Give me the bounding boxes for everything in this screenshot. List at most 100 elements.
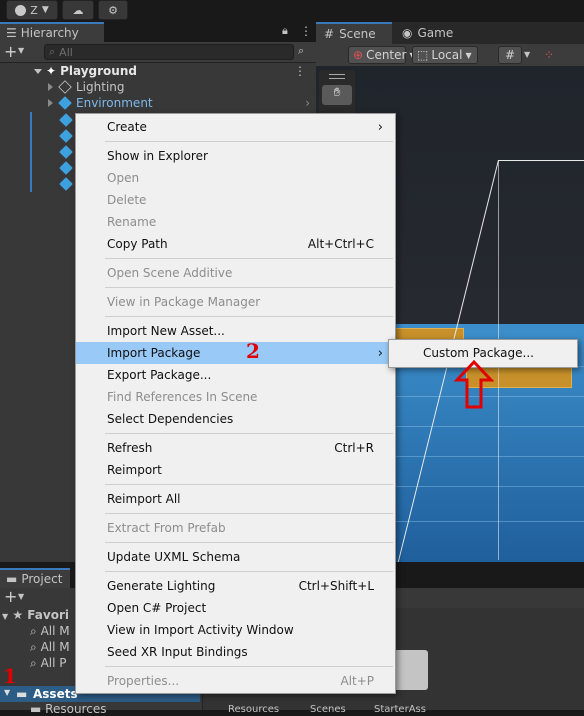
- modified-indicator: [30, 112, 32, 192]
- expand-icon: ▼: [2, 612, 9, 621]
- chevron-down-icon: ▼: [41, 5, 49, 15]
- resources-folder-row[interactable]: ▬ Resources: [30, 702, 106, 716]
- pivot-mode-label: Center: [366, 48, 407, 62]
- pivot-rotation-dropdown[interactable]: ⬚ Local ▼: [412, 46, 478, 64]
- favorite-item[interactable]: ⌕ All M: [30, 640, 70, 655]
- menu-item-label: Select Dependencies: [107, 412, 234, 426]
- menu-item-view-in-import-activity[interactable]: View in Import Activity Window: [76, 619, 395, 641]
- menu-item-label: Find References In Scene: [107, 390, 258, 404]
- grid-snapping-button[interactable]: #: [498, 46, 522, 64]
- menu-item-rename: Rename: [76, 211, 395, 233]
- hierarchy-search-input[interactable]: ⌕ All: [44, 44, 294, 60]
- chevron-right-icon: ›: [377, 345, 383, 361]
- menu-item-label: Properties...: [107, 674, 180, 688]
- chevron-down-icon[interactable]: ▼: [18, 46, 24, 55]
- menu-item-label: Open: [107, 171, 140, 185]
- menu-item-seed-xr-input-bindings[interactable]: Seed XR Input Bindings: [76, 641, 395, 663]
- hierarchy-item-label: Environment: [76, 96, 153, 110]
- menu-item-copy-path[interactable]: Copy Path Alt+Ctrl+C: [76, 233, 395, 255]
- menu-item-label: Show in Explorer: [107, 149, 208, 163]
- hand-tool-icon[interactable]: ✋︎: [322, 85, 352, 105]
- menu-item-generate-lighting[interactable]: Generate Lighting Ctrl+Shift+L: [76, 575, 395, 597]
- increment-snap-icon[interactable]: ⁘: [544, 48, 554, 62]
- hierarchy-row-lighting[interactable]: Lighting: [0, 79, 316, 95]
- hierarchy-tab-label: Hierarchy: [20, 26, 79, 40]
- tab-hierarchy[interactable]: ☰ Hierarchy: [0, 22, 104, 42]
- menu-item-select-dependencies[interactable]: Select Dependencies: [76, 408, 395, 430]
- folder-icon: ▬: [30, 702, 42, 716]
- add-icon[interactable]: +: [4, 42, 17, 61]
- chevron-down-icon[interactable]: ▼: [524, 50, 530, 59]
- scene-name: Playground: [60, 64, 137, 78]
- expand-icon[interactable]: [48, 83, 53, 91]
- lock-icon[interactable]: 🔒︎: [282, 24, 288, 38]
- menu-item-label: Delete: [107, 193, 147, 207]
- grid-snap-icon: #: [504, 48, 516, 62]
- shortcut-label: Ctrl+Shift+L: [298, 579, 374, 593]
- menu-item-find-references: Find References In Scene: [76, 386, 395, 408]
- step-1-annotation: 1: [3, 664, 17, 688]
- search-by-type-icon[interactable]: ⌕: [298, 44, 304, 58]
- pivot-mode-dropdown[interactable]: ⊕ Center ▼: [348, 46, 416, 64]
- favorite-label: All M: [40, 624, 70, 638]
- expand-icon: ▼: [4, 688, 11, 697]
- favorites-row[interactable]: ▼ ★ Favori: [2, 608, 69, 622]
- menu-item-reimport-all[interactable]: Reimport All: [76, 488, 395, 510]
- more-options-icon[interactable]: ⋮: [294, 64, 306, 78]
- pivot-rotation-label: Local: [431, 48, 463, 62]
- shortcut-label: Ctrl+R: [334, 441, 374, 455]
- menu-item-label: Export Package...: [107, 368, 212, 382]
- hierarchy-row-playground[interactable]: ✦ Playground ⋮: [0, 63, 316, 79]
- favorite-item[interactable]: ⌕ All M: [30, 624, 70, 639]
- menu-separator: [105, 484, 393, 485]
- chevron-right-icon[interactable]: ›: [305, 96, 310, 110]
- menu-item-view-in-package-manager: View in Package Manager: [76, 291, 395, 313]
- menu-item-import-package[interactable]: Import Package ›: [76, 342, 395, 364]
- menu-item-label: Open Scene Additive: [107, 266, 233, 280]
- gear-icon: ⚙: [108, 3, 118, 17]
- menu-item-update-uxml-schema[interactable]: Update UXML Schema: [76, 546, 395, 568]
- menu-item-open-csharp-project[interactable]: Open C# Project: [76, 597, 395, 619]
- tab-scene[interactable]: # Scene: [316, 22, 392, 44]
- list-icon: ☰: [6, 26, 17, 40]
- scene-tab-label: Scene: [339, 27, 376, 41]
- menu-item-label: Reimport: [107, 463, 162, 477]
- chevron-down-icon[interactable]: ▼: [18, 592, 24, 601]
- add-icon[interactable]: +: [4, 587, 17, 606]
- shortcut-label: Alt+Ctrl+C: [307, 237, 374, 251]
- chevron-down-icon: ▼: [465, 50, 472, 60]
- expand-icon[interactable]: [34, 68, 42, 74]
- menu-item-extract-from-prefab: Extract From Prefab: [76, 517, 395, 539]
- prefab-icon: [58, 96, 72, 110]
- menu-item-show-in-explorer[interactable]: Show in Explorer: [76, 145, 395, 167]
- scene-toolbar: ⊕ Center ▼ ⬚ Local ▼ # ▼ ⁘: [316, 44, 584, 66]
- menu-item-reimport[interactable]: Reimport: [76, 459, 395, 481]
- settings-button[interactable]: ⚙: [98, 0, 128, 20]
- tab-project[interactable]: ▬ Project: [0, 568, 70, 588]
- expand-icon[interactable]: [48, 99, 53, 107]
- search-icon: ⌕: [30, 656, 37, 670]
- drag-handle-icon[interactable]: [329, 74, 345, 79]
- menu-item-label: Open C# Project: [107, 601, 207, 615]
- favorite-label: All M: [40, 640, 70, 654]
- menu-item-import-new-asset[interactable]: Import New Asset...: [76, 320, 395, 342]
- more-options-icon[interactable]: ⋮: [300, 24, 312, 38]
- search-icon: ⌕: [49, 45, 56, 58]
- menu-separator: [105, 316, 393, 317]
- menu-item-label: Rename: [107, 215, 157, 229]
- hierarchy-row-environment[interactable]: Environment ›: [0, 95, 316, 111]
- cloud-button[interactable]: ☁: [62, 0, 94, 20]
- menu-item-create[interactable]: Create ›: [76, 116, 395, 138]
- gamepad-icon: ◉: [402, 26, 413, 40]
- pivot-center-icon: ⊕: [353, 48, 364, 62]
- menu-item-label: View in Package Manager: [107, 295, 261, 309]
- menu-item-export-package[interactable]: Export Package...: [76, 364, 395, 386]
- menu-item-refresh[interactable]: Refresh Ctrl+R: [76, 437, 395, 459]
- cloud-icon: ☁: [72, 3, 84, 17]
- account-button[interactable]: Z ▼: [6, 0, 58, 20]
- tab-game[interactable]: ◉ Game: [394, 22, 464, 44]
- menu-separator: [105, 433, 393, 434]
- favorite-item[interactable]: ⌕ All P: [30, 656, 67, 671]
- star-icon: ★: [12, 608, 24, 622]
- local-rotation-icon: ⬚: [417, 48, 429, 62]
